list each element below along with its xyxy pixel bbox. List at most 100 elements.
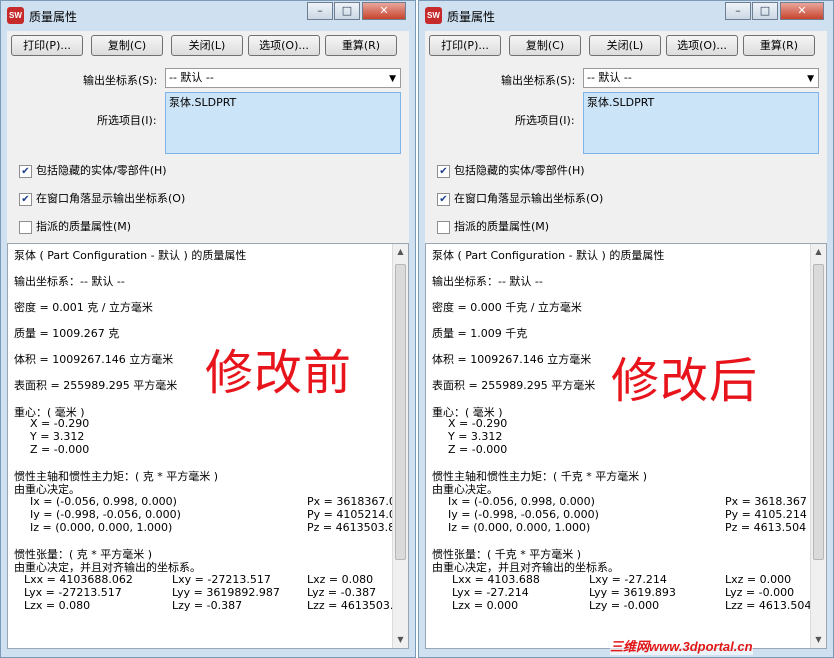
close-icon[interactable]: ✕ (362, 2, 406, 20)
checkbox-checked-icon[interactable]: ✔ (437, 164, 450, 178)
close-button[interactable]: 关闭(L) (589, 35, 661, 56)
assigned-mass-checkbox[interactable]: 指派的质量属性(M) (19, 220, 131, 236)
selected-items-list[interactable]: 泵体.SLDPRT (165, 92, 401, 154)
scroll-up-icon[interactable]: ▲ (393, 244, 408, 260)
recalculate-button[interactable]: 重算(R) (743, 35, 815, 56)
output-coord-select[interactable]: -- 默认 -- ▼ (165, 68, 401, 88)
output-coord-label: 输出坐标系(S): (501, 74, 576, 87)
scroll-down-icon[interactable]: ▼ (811, 632, 826, 648)
lxz-value: Lxz = 0.080 (307, 573, 374, 586)
after-overlay-label: 修改后 (611, 353, 759, 409)
iy-value: Iy = (-0.998, -0.056, 0.000) (448, 508, 599, 521)
lzy-value: Lzy = -0.387 (172, 599, 243, 612)
copy-button[interactable]: 复制(C) (509, 35, 581, 56)
chevron-down-icon[interactable]: ▼ (389, 70, 396, 88)
maximize-icon[interactable]: □ (334, 2, 360, 20)
checkbox-label: 在窗口角落显示输出坐标系(O) (36, 192, 186, 205)
scrollbar-thumb[interactable] (395, 264, 406, 560)
results-header: 泵体 ( Part Configuration - 默认 ) 的质量属性 (432, 249, 665, 262)
results-text-area[interactable]: 泵体 ( Part Configuration - 默认 ) 的质量属性 输出坐… (7, 243, 409, 649)
output-coord-value: -- 默认 -- (587, 71, 632, 84)
checkbox-empty-icon[interactable] (437, 220, 450, 234)
maximize-icon[interactable]: □ (752, 2, 778, 20)
options-button[interactable]: 选项(O)... (666, 35, 738, 56)
checkbox-checked-icon[interactable]: ✔ (19, 164, 32, 178)
scroll-down-icon[interactable]: ▼ (393, 632, 408, 648)
lyx-value: Lyx = -27.214 (452, 586, 529, 599)
print-button[interactable]: 打印(P)... (11, 35, 83, 56)
lyy-value: Lyy = 3619892.987 (172, 586, 280, 599)
vertical-scrollbar[interactable]: ▲ ▼ (810, 244, 826, 648)
surface-area-value: 表面积 = 255989.295 平方毫米 (432, 379, 596, 392)
close-button[interactable]: 关闭(L) (171, 35, 243, 56)
lzz-value: Lzz = 4613.504 (725, 599, 810, 612)
mass-properties-window-after: SW 质量属性 – □ ✕ 打印(P)... 复制(C) 关闭(L) 选项(O)… (418, 0, 834, 658)
lyx-value: Lyx = -27213.517 (24, 586, 122, 599)
options-button[interactable]: 选项(O)... (248, 35, 320, 56)
checkbox-label: 指派的质量属性(M) (454, 220, 550, 233)
checkbox-empty-icon[interactable] (19, 220, 32, 234)
scroll-up-icon[interactable]: ▲ (811, 244, 826, 260)
py-value: Py = 4105.214 (725, 508, 807, 521)
copy-button[interactable]: 复制(C) (91, 35, 163, 56)
title-bar[interactable]: SW 质量属性 – □ ✕ (419, 1, 833, 31)
cog-z: Z = -0.000 (30, 443, 90, 456)
lxy-value: Lxy = -27213.517 (172, 573, 271, 586)
solidworks-app-icon: SW (425, 7, 442, 24)
options-panel: 打印(P)... 复制(C) 关闭(L) 选项(O)... 重算(R) 输出坐标… (7, 31, 409, 243)
show-coord-corner-checkbox[interactable]: ✔ 在窗口角落显示输出坐标系(O) (19, 192, 185, 208)
checkbox-checked-icon[interactable]: ✔ (19, 192, 32, 206)
lxz-value: Lxz = 0.000 (725, 573, 792, 586)
output-coord-readout: 输出坐标系：-- 默认 -- (432, 275, 543, 288)
output-coord-readout: 输出坐标系：-- 默认 -- (14, 275, 125, 288)
selected-items-label: 所选项目(I): (515, 114, 575, 127)
pz-value: Pz = 4613.504 (725, 521, 807, 534)
minimize-icon[interactable]: – (725, 2, 751, 20)
iz-value: Iz = (0.000, 0.000, 1.000) (448, 521, 591, 534)
px-value: Px = 3618367.03 (307, 495, 392, 508)
list-item[interactable]: 泵体.SLDPRT (169, 94, 397, 110)
mass-properties-window-before: SW 质量属性 – □ ✕ 打印(P)... 复制(C) 关闭(L) 选项(O)… (0, 0, 416, 658)
include-hidden-checkbox[interactable]: ✔ 包括隐藏的实体/零部件(H) (437, 164, 585, 180)
mass-value: 质量 = 1009.267 克 (14, 327, 120, 340)
list-item[interactable]: 泵体.SLDPRT (587, 94, 815, 110)
output-coord-value: -- 默认 -- (169, 71, 214, 84)
checkbox-label: 在窗口角落显示输出坐标系(O) (454, 192, 604, 205)
iz-value: Iz = (0.000, 0.000, 1.000) (30, 521, 173, 534)
lzy-value: Lzy = -0.000 (589, 599, 660, 612)
results-text-area[interactable]: 泵体 ( Part Configuration - 默认 ) 的质量属性 输出坐… (425, 243, 827, 649)
output-coord-select[interactable]: -- 默认 -- ▼ (583, 68, 819, 88)
options-panel: 打印(P)... 复制(C) 关闭(L) 选项(O)... 重算(R) 输出坐标… (425, 31, 827, 243)
cog-z: Z = -0.000 (448, 443, 508, 456)
title-bar[interactable]: SW 质量属性 – □ ✕ (1, 1, 415, 31)
show-coord-corner-checkbox[interactable]: ✔ 在窗口角落显示输出坐标系(O) (437, 192, 603, 208)
close-icon[interactable]: ✕ (780, 2, 824, 20)
checkbox-label: 指派的质量属性(M) (36, 220, 132, 233)
density-value: 密度 = 0.000 千克 / 立方毫米 (432, 301, 582, 314)
lzx-value: Lzx = 0.080 (24, 599, 91, 612)
volume-value: 体积 = 1009267.146 立方毫米 (432, 353, 592, 366)
lyz-value: Lyz = -0.387 (307, 586, 377, 599)
checkbox-label: 包括隐藏的实体/零部件(H) (454, 164, 585, 177)
assigned-mass-checkbox[interactable]: 指派的质量属性(M) (437, 220, 549, 236)
lyz-value: Lyz = -0.000 (725, 586, 795, 599)
lxy-value: Lxy = -27.214 (589, 573, 667, 586)
site-watermark: 三维网www.3dportal.cn (610, 636, 753, 655)
iy-value: Iy = (-0.998, -0.056, 0.000) (30, 508, 181, 521)
selected-items-list[interactable]: 泵体.SLDPRT (583, 92, 819, 154)
cog-y: Y = 3.312 (30, 430, 85, 443)
include-hidden-checkbox[interactable]: ✔ 包括隐藏的实体/零部件(H) (19, 164, 167, 180)
print-button[interactable]: 打印(P)... (429, 35, 501, 56)
ix-value: Ix = (-0.056, 0.998, 0.000) (448, 495, 595, 508)
selected-items-label: 所选项目(I): (97, 114, 157, 127)
checkbox-checked-icon[interactable]: ✔ (437, 192, 450, 206)
chevron-down-icon[interactable]: ▼ (807, 70, 814, 88)
vertical-scrollbar[interactable]: ▲ ▼ (392, 244, 408, 648)
lyy-value: Lyy = 3619.893 (589, 586, 676, 599)
recalculate-button[interactable]: 重算(R) (325, 35, 397, 56)
window-title: 质量属性 (447, 10, 496, 24)
scrollbar-thumb[interactable] (813, 264, 824, 560)
surface-area-value: 表面积 = 255989.295 平方毫米 (14, 379, 178, 392)
window-title: 质量属性 (29, 10, 78, 24)
minimize-icon[interactable]: – (307, 2, 333, 20)
